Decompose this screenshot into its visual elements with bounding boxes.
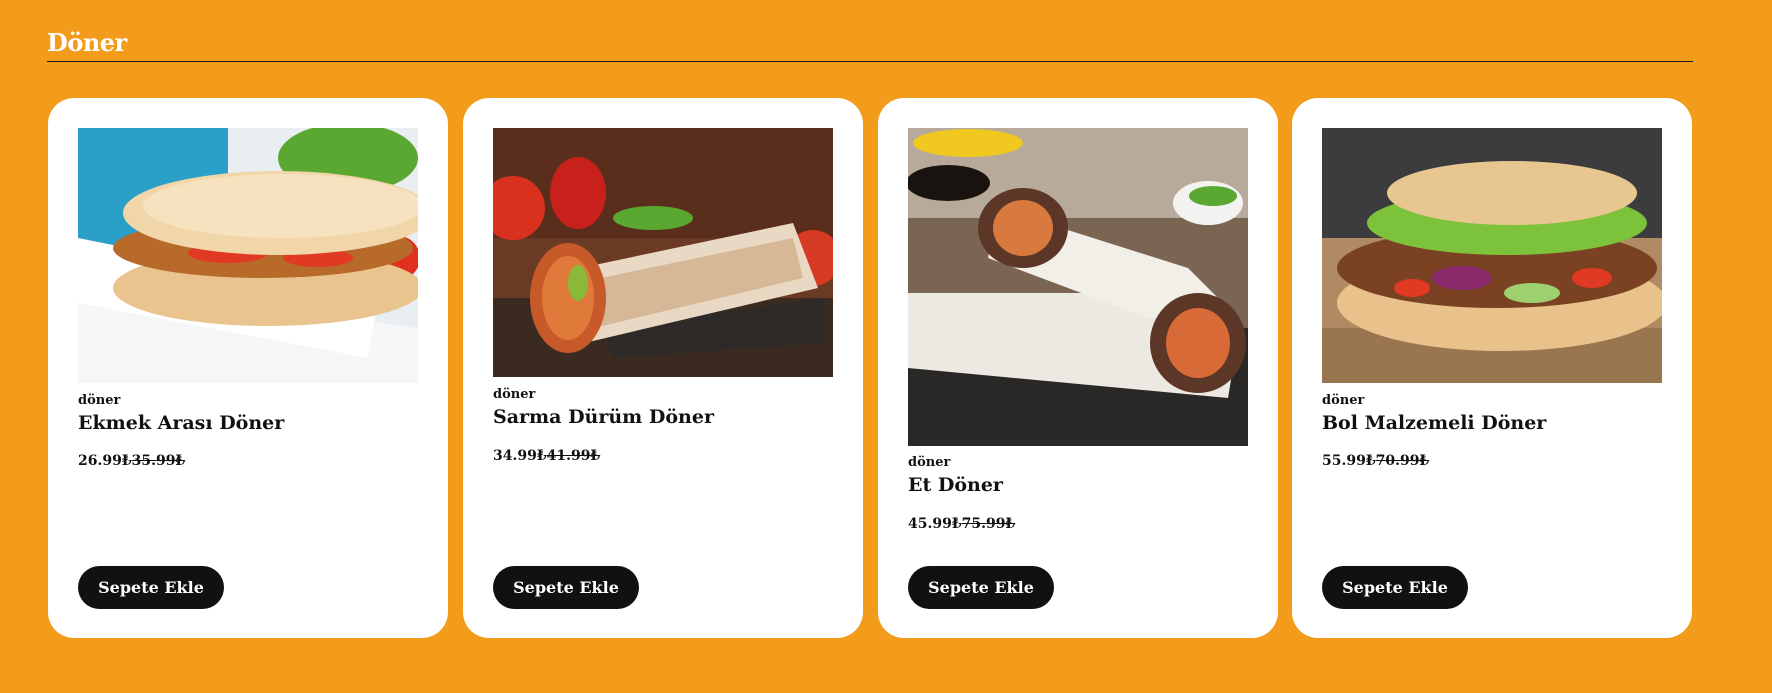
current-price: 34.99₺ bbox=[493, 448, 547, 464]
product-card: döner Et Döner 45.99₺75.99₺ Sepete Ekle bbox=[878, 98, 1278, 638]
product-category: döner bbox=[1322, 393, 1365, 408]
product-name: Et Döner bbox=[908, 474, 1003, 496]
add-to-cart-button[interactable]: Sepete Ekle bbox=[908, 566, 1054, 609]
product-card: döner Ekmek Arası Döner 26.99₺35.99₺ Sep… bbox=[48, 98, 448, 638]
product-price: 45.99₺75.99₺ bbox=[908, 516, 1015, 532]
durum-wrap-image[interactable] bbox=[493, 128, 833, 377]
product-card: döner Sarma Dürüm Döner 34.99₺41.99₺ Sep… bbox=[463, 98, 863, 638]
old-price: 41.99₺ bbox=[546, 448, 601, 464]
current-price: 26.99₺ bbox=[78, 453, 132, 469]
product-category: döner bbox=[78, 393, 121, 408]
current-price: 45.99₺ bbox=[908, 516, 962, 532]
product-price: 55.99₺70.99₺ bbox=[1322, 453, 1429, 469]
product-price: 34.99₺41.99₺ bbox=[493, 448, 600, 464]
loaded-pita-doner-image[interactable] bbox=[1322, 128, 1662, 383]
section-title: Döner bbox=[47, 28, 127, 57]
product-name: Ekmek Arası Döner bbox=[78, 412, 285, 434]
add-to-cart-button[interactable]: Sepete Ekle bbox=[1322, 566, 1468, 609]
product-category: döner bbox=[908, 455, 951, 470]
product-name: Sarma Dürüm Döner bbox=[493, 406, 714, 428]
add-to-cart-button[interactable]: Sepete Ekle bbox=[493, 566, 639, 609]
product-name: Bol Malzemeli Döner bbox=[1322, 412, 1547, 434]
product-category: döner bbox=[493, 387, 536, 402]
sandwich-doner-image[interactable] bbox=[78, 128, 418, 383]
old-price: 70.99₺ bbox=[1375, 453, 1430, 469]
old-price: 35.99₺ bbox=[131, 453, 186, 469]
product-card: döner Bol Malzemeli Döner 55.99₺70.99₺ S… bbox=[1292, 98, 1692, 638]
current-price: 55.99₺ bbox=[1322, 453, 1376, 469]
meat-wrap-image[interactable] bbox=[908, 128, 1248, 446]
add-to-cart-button[interactable]: Sepete Ekle bbox=[78, 566, 224, 609]
title-divider bbox=[47, 61, 1693, 62]
old-price: 75.99₺ bbox=[961, 516, 1016, 532]
product-price: 26.99₺35.99₺ bbox=[78, 453, 185, 469]
